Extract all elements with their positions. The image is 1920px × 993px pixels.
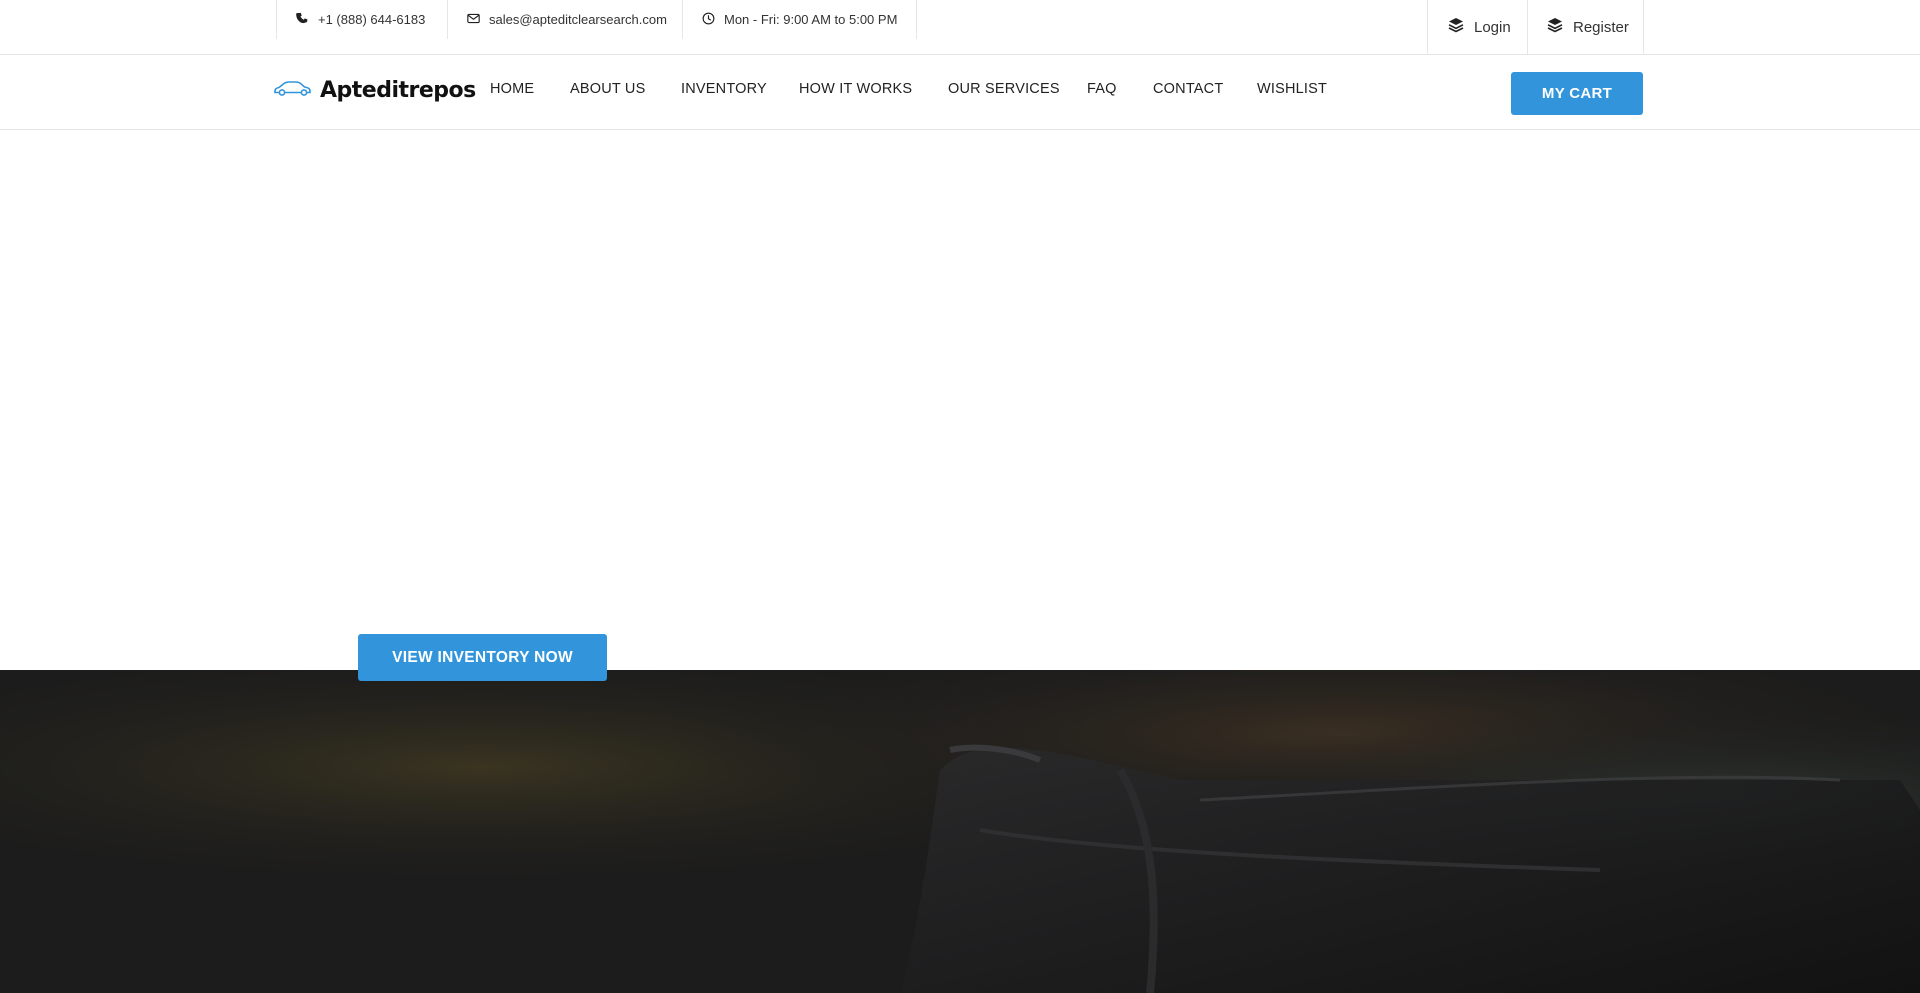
login-label: Login (1474, 18, 1511, 36)
layers-icon (1547, 17, 1563, 37)
view-inventory-button[interactable]: VIEW INVENTORY NOW (358, 634, 607, 681)
login-link[interactable]: Login (1427, 0, 1527, 54)
divider (1643, 0, 1644, 54)
register-link[interactable]: Register (1527, 0, 1643, 54)
layers-icon (1448, 17, 1464, 37)
phone-number: +1 (888) 644-6183 (318, 12, 426, 27)
divider (276, 0, 277, 39)
nav-inventory[interactable]: INVENTORY (681, 81, 767, 97)
nav-contact[interactable]: CONTACT (1153, 81, 1223, 97)
phone-info[interactable]: +1 (888) 644-6183 (296, 0, 448, 39)
hero-area (0, 131, 1920, 670)
brand-logo[interactable]: Apteditrepos (273, 75, 476, 105)
brand-name: Apteditrepos (320, 77, 476, 103)
phone-icon (296, 12, 309, 28)
nav-about-us[interactable]: ABOUT US (570, 81, 645, 97)
top-info-bar: +1 (888) 644-6183 sales@apteditclearsear… (0, 0, 1920, 55)
hero-background-image (0, 670, 1920, 993)
main-navigation: Apteditrepos HOME ABOUT US INVENTORY HOW… (0, 55, 1920, 130)
nav-how-it-works[interactable]: HOW IT WORKS (799, 81, 912, 97)
nav-faq[interactable]: FAQ (1087, 81, 1117, 97)
clock-icon (702, 12, 715, 28)
nav-wishlist[interactable]: WISHLIST (1257, 81, 1327, 97)
car-hood-photo (0, 670, 1920, 993)
hours-info: Mon - Fri: 9:00 AM to 5:00 PM (702, 0, 917, 39)
business-hours: Mon - Fri: 9:00 AM to 5:00 PM (724, 12, 898, 27)
email-info[interactable]: sales@apteditclearsearch.com (467, 0, 683, 39)
nav-our-services[interactable]: OUR SERVICES (948, 81, 1060, 97)
my-cart-button[interactable]: MY CART (1511, 72, 1643, 115)
envelope-icon (467, 12, 480, 28)
nav-home[interactable]: HOME (490, 81, 534, 97)
email-address: sales@apteditclearsearch.com (489, 12, 667, 27)
register-label: Register (1573, 18, 1629, 36)
car-icon (273, 78, 313, 103)
